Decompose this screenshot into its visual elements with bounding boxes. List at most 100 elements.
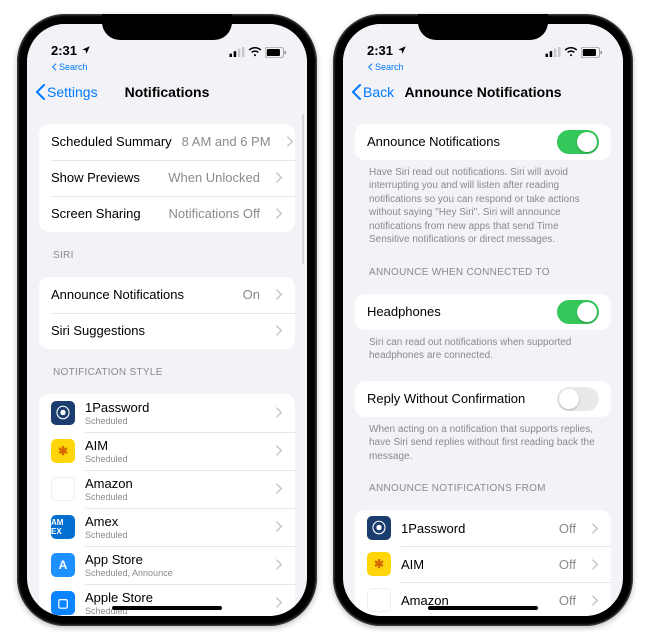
location-icon (397, 43, 407, 58)
app-sub: Scheduled (85, 454, 260, 464)
app-name: App Store (85, 552, 260, 567)
phone-right: 2:31 Search (333, 14, 633, 626)
headphones-group: Headphones (355, 294, 611, 330)
chevron-right-icon (276, 407, 283, 418)
app-row[interactable]: A App Store Scheduled, Announce (39, 546, 295, 584)
settings-group: Scheduled Summary 8 AM and 6 PM Show Pre… (39, 124, 295, 232)
headphones-toggle[interactable] (557, 300, 599, 324)
screen-right: 2:31 Search (343, 24, 623, 616)
app-row[interactable]: ⌣ Amazon Scheduled (39, 470, 295, 508)
battery-icon (265, 47, 287, 58)
siri-group: Announce Notifications On Siri Suggestio… (39, 277, 295, 349)
app-row[interactable]: ⌣ Amazon Off (355, 582, 611, 616)
announce-group: Announce Notifications (355, 124, 611, 160)
row-label: Scheduled Summary (51, 134, 172, 149)
app-name: Apple Store (85, 590, 260, 605)
announce-toggle[interactable] (557, 130, 599, 154)
wifi-icon (248, 47, 262, 57)
chevron-right-icon (276, 208, 283, 219)
style-header: NOTIFICATION STYLE (39, 349, 295, 382)
siri-header: SIRI (39, 232, 295, 265)
settings-row[interactable]: Show Previews When Unlocked (39, 160, 295, 196)
row-label: Headphones (367, 304, 441, 319)
app-name: AIM (401, 557, 549, 572)
chevron-right-icon (276, 597, 283, 608)
settings-row[interactable]: Scheduled Summary 8 AM and 6 PM (39, 124, 295, 160)
announce-row[interactable]: Announce Notifications (355, 124, 611, 160)
announce-footer: Have Siri read out notifications. Siri w… (355, 160, 611, 249)
nav-bar: Back Announce Notifications (343, 72, 623, 112)
row-label: Reply Without Confirmation (367, 391, 525, 406)
app-value: Off (559, 557, 576, 572)
location-icon (81, 43, 91, 58)
apps-group: ⦿ 1Password Scheduled ✱ AIM Scheduled ⌣ … (39, 394, 295, 616)
notch (418, 14, 548, 40)
chevron-right-icon (276, 325, 283, 336)
siri-row[interactable]: Announce Notifications On (39, 277, 295, 313)
chevron-right-icon (276, 483, 283, 494)
siri-row[interactable]: Siri Suggestions (39, 313, 295, 349)
app-icon: A (51, 553, 75, 577)
home-indicator[interactable] (112, 606, 222, 610)
headphones-row[interactable]: Headphones (355, 294, 611, 330)
app-row[interactable]: ✱ AIM Off (355, 546, 611, 582)
chevron-right-icon (276, 445, 283, 456)
app-row[interactable]: ⦿ 1Password Off (355, 510, 611, 546)
phone-left: 2:31 Search (17, 14, 317, 626)
app-row[interactable]: ⦿ 1Password Scheduled (39, 394, 295, 432)
row-label: Show Previews (51, 170, 140, 185)
chevron-right-icon (276, 559, 283, 570)
app-icon: ✱ (51, 439, 75, 463)
reply-group: Reply Without Confirmation (355, 381, 611, 417)
row-label: Announce Notifications (367, 134, 500, 149)
from-header: ANNOUNCE NOTIFICATIONS FROM (355, 465, 611, 498)
cellular-icon (545, 47, 561, 57)
app-name: AIM (85, 438, 260, 453)
breadcrumb[interactable]: Search (27, 60, 307, 72)
breadcrumb-label: Search (375, 62, 404, 72)
chevron-right-icon (287, 136, 294, 147)
app-row[interactable]: AM EX Amex Scheduled (39, 508, 295, 546)
status-time: 2:31 (367, 43, 393, 58)
app-icon: ✱ (367, 552, 391, 576)
page-title: Notifications (125, 84, 210, 100)
app-row[interactable]: ✱ AIM Scheduled (39, 432, 295, 470)
chevron-right-icon (276, 172, 283, 183)
app-icon: ⌣ (367, 588, 391, 612)
app-row[interactable]: ▢ Apple Store Scheduled (39, 584, 295, 616)
from-apps-group: ⦿ 1Password Off ✱ AIM Off ⌣ Amazon Off A… (355, 510, 611, 616)
content-right[interactable]: Announce Notifications Have Siri read ou… (343, 112, 623, 616)
notch (102, 14, 232, 40)
app-sub: Scheduled (85, 416, 260, 426)
app-name: Amex (85, 514, 260, 529)
row-label: Announce Notifications (51, 287, 184, 302)
row-value: On (243, 287, 260, 302)
back-button[interactable]: Back (351, 84, 394, 100)
app-icon: ▢ (51, 591, 75, 615)
battery-icon (581, 47, 603, 58)
connected-header: ANNOUNCE WHEN CONNECTED TO (355, 249, 611, 282)
wifi-icon (564, 47, 578, 57)
reply-row[interactable]: Reply Without Confirmation (355, 381, 611, 417)
back-button[interactable]: Settings (35, 84, 98, 100)
content-left[interactable]: Scheduled Summary 8 AM and 6 PM Show Pre… (27, 112, 307, 616)
reply-toggle[interactable] (557, 387, 599, 411)
back-label: Settings (47, 84, 98, 100)
app-name: 1Password (401, 521, 549, 536)
home-indicator[interactable] (428, 606, 538, 610)
reply-footer: When acting on a notification that suppo… (355, 417, 611, 466)
nav-bar: Settings Notifications (27, 72, 307, 112)
row-label: Screen Sharing (51, 206, 141, 221)
chevron-right-icon (592, 595, 599, 606)
app-value: Off (559, 521, 576, 536)
chevron-right-icon (276, 289, 283, 300)
scrollbar[interactable] (302, 114, 305, 264)
settings-row[interactable]: Screen Sharing Notifications Off (39, 196, 295, 232)
app-value: Off (559, 593, 576, 608)
breadcrumb[interactable]: Search (343, 60, 623, 72)
app-name: 1Password (85, 400, 260, 415)
chevron-right-icon (276, 521, 283, 532)
app-icon: ⦿ (367, 516, 391, 540)
row-value: Notifications Off (168, 206, 260, 221)
app-icon: ⦿ (51, 401, 75, 425)
